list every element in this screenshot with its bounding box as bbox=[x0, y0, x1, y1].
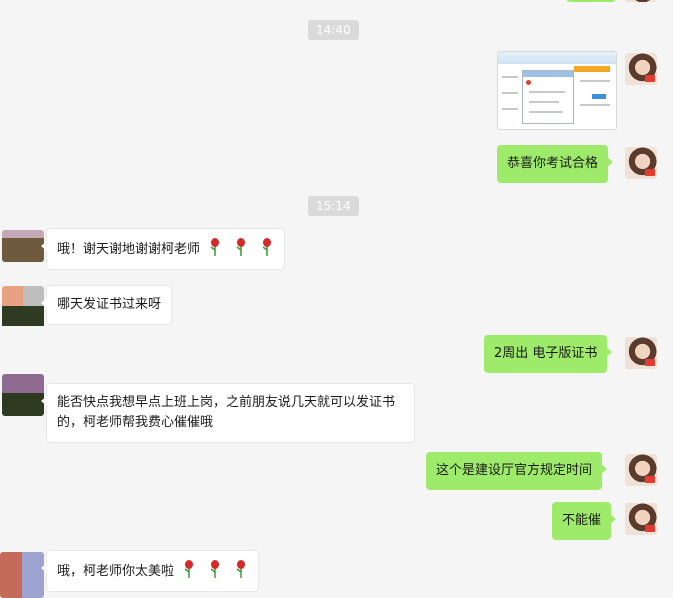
message-bubble-sent[interactable]: 2周出 电子版证书 bbox=[484, 335, 613, 373]
avatar-self[interactable] bbox=[625, 53, 657, 85]
avatar-self[interactable] bbox=[625, 147, 657, 179]
avatar-contact[interactable] bbox=[2, 374, 44, 416]
message-bubble-received[interactable]: 哦！谢天谢地谢谢柯老师 bbox=[40, 228, 286, 270]
avatar-contact[interactable] bbox=[0, 552, 44, 598]
rose-icon bbox=[236, 238, 246, 256]
message-bubble-sent[interactable]: 不能催 bbox=[552, 502, 617, 540]
rose-icon bbox=[262, 238, 272, 256]
rose-icon bbox=[210, 560, 220, 578]
message-bubble-sent[interactable]: 这个是建设厅官方规定时间 bbox=[426, 452, 608, 490]
rose-icon bbox=[184, 560, 194, 578]
message-bubble-received[interactable]: 哪天发证书过来呀 bbox=[40, 285, 173, 325]
message-bubble-received[interactable]: 哦，柯老师你太美啦 bbox=[40, 550, 260, 592]
avatar-self-partial[interactable] bbox=[625, 0, 657, 2]
rose-icon bbox=[210, 238, 220, 256]
message-text: 哦！谢天谢地谢谢柯老师 bbox=[57, 242, 201, 257]
message-bubble-received[interactable]: 能否快点我想早点上班上岗，之前朋友说几天就可以发证书的，柯老师帮我费心催催哦 bbox=[41, 383, 415, 443]
message-text: 哦，柯老师你太美啦 bbox=[57, 564, 175, 579]
avatar-self[interactable] bbox=[625, 337, 657, 369]
timestamp: 14:40 bbox=[308, 20, 359, 40]
message-bubble-sent[interactable]: 恭喜你考试合格 bbox=[497, 145, 614, 183]
timestamp: 15:14 bbox=[308, 196, 359, 216]
image-message[interactable] bbox=[497, 51, 617, 130]
avatar-self[interactable] bbox=[625, 503, 657, 535]
message-bubble-partial bbox=[566, 0, 616, 2]
avatar-contact[interactable] bbox=[2, 230, 44, 262]
avatar-self[interactable] bbox=[625, 454, 657, 486]
rose-icon bbox=[236, 560, 246, 578]
